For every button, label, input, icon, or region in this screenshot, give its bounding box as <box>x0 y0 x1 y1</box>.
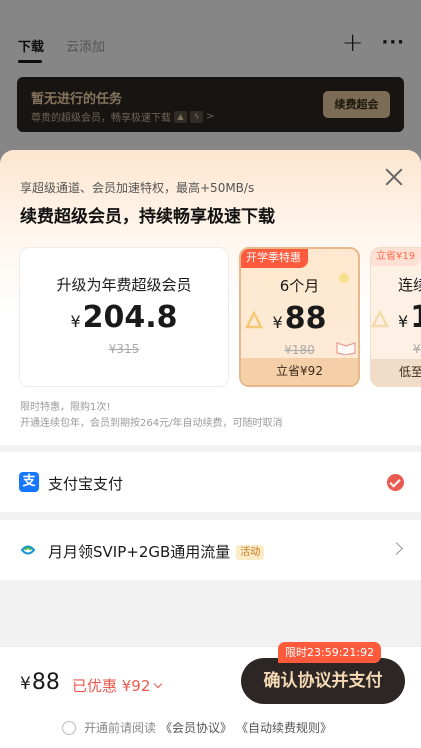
final-price-value: 88 <box>31 670 60 695</box>
confirm-pay-button[interactable]: 确认协议并支付 <box>241 658 405 704</box>
plan-price-value: 88 <box>284 301 327 336</box>
payment-method-row[interactable]: 支 支付宝支付 <box>0 452 421 512</box>
dim-overlay[interactable] <box>0 0 421 170</box>
sheet-headline: 续费超级会员，持续畅享极速下载 <box>20 207 275 227</box>
currency-symbol: ¥ <box>272 313 283 332</box>
discount-text: 已优惠 ¥92 <box>72 677 151 695</box>
plan-notes: 限时特惠，限购1次! 开通连续包年，会员到期按264元/年自动续费，可随时取消 <box>20 400 282 432</box>
chevron-down-icon <box>154 679 163 689</box>
plan-card-continuous[interactable]: 立省¥19 连续 ¥1 ¥ 低至 <box>370 247 421 387</box>
plan-original-price: ¥ <box>413 342 421 356</box>
activity-tag: 活动 <box>236 545 265 560</box>
currency-symbol: ¥ <box>398 312 409 331</box>
plan-price-value: 204.8 <box>82 300 178 335</box>
svip-promo-label: 月月领SVIP+2GB通用流量 活动 <box>48 541 265 562</box>
plan-original-price: ¥315 <box>108 342 140 356</box>
plan-price-value: 1 <box>410 300 421 335</box>
sheet-header: 享超级通道、会员加速特权，最高+50MB/s 续费超级会员，持续畅享极速下载 升… <box>0 150 421 445</box>
agree-prefix: 开通前请阅读 <box>84 721 157 735</box>
auto-renew-rules-link[interactable]: 《自动续费规则》 <box>236 719 332 736</box>
note-auto-renew: 开通连续包年，会员到期按264元/年自动续费，可随时取消 <box>20 418 283 429</box>
plan-card-annual[interactable]: 升级为年费超级会员 ¥204.8 ¥315 <box>19 247 229 387</box>
svip-promo-row[interactable]: 月月领SVIP+2GB通用流量 活动 <box>0 520 421 580</box>
payment-method-label: 支付宝支付 <box>48 475 124 493</box>
check-icon[interactable] <box>387 474 404 491</box>
close-icon[interactable] <box>385 168 403 186</box>
plan-save-label: 低至 <box>371 359 421 386</box>
plan-save-label: 立省¥92 <box>241 358 358 385</box>
plan-name: 升级为年费超级会员 <box>56 276 192 294</box>
plan-price: ¥204.8 <box>20 300 228 335</box>
note-limited-offer: 限时特惠，限购1次! <box>20 402 111 413</box>
member-agreement-link[interactable]: 《会员协议》 <box>160 719 232 736</box>
ruler-decoration-icon <box>371 310 389 328</box>
promo-tag: 开学季特惠 <box>241 249 308 268</box>
discount-toggle[interactable]: 已优惠 ¥92 <box>72 675 163 696</box>
promo-tag: 立省¥19 <box>371 248 421 266</box>
china-mobile-icon <box>20 545 36 555</box>
countdown-badge: 限时23:59:21:92 <box>278 642 382 663</box>
alipay-icon: 支 <box>19 472 39 492</box>
plan-list: 升级为年费超级会员 ¥204.8 ¥315 开学季特惠 6个月 ¥88 ¥180… <box>0 240 421 390</box>
plan-name: 连续 <box>398 276 421 294</box>
final-price: ¥88 <box>20 670 60 695</box>
currency-symbol: ¥ <box>70 312 81 331</box>
svip-promo-text: 月月领SVIP+2GB通用流量 <box>48 543 231 561</box>
plan-name: 6个月 <box>279 277 320 295</box>
plan-card-6-months[interactable]: 开学季特惠 6个月 ¥88 ¥180 立省¥92 <box>239 247 360 387</box>
plan-original-price: ¥180 <box>284 343 315 357</box>
agreement-row: 开通前请阅读 《会员协议》 《自动续费规则》 <box>62 719 332 736</box>
purchase-sheet: 享超级通道、会员加速特权，最高+50MB/s 续费超级会员，持续畅享极速下载 升… <box>0 150 421 748</box>
sheet-subtitle: 享超级通道、会员加速特权，最高+50MB/s <box>20 181 255 195</box>
currency-symbol: ¥ <box>20 674 31 694</box>
plan-price: ¥1 <box>398 300 421 335</box>
chevron-right-icon <box>390 542 403 555</box>
agree-radio[interactable] <box>62 720 76 735</box>
plan-price: ¥88 <box>241 301 358 336</box>
checkout-bar: ¥88 已优惠 ¥92 限时23:59:21:92 确认协议并支付 开通前请阅读… <box>0 642 421 748</box>
